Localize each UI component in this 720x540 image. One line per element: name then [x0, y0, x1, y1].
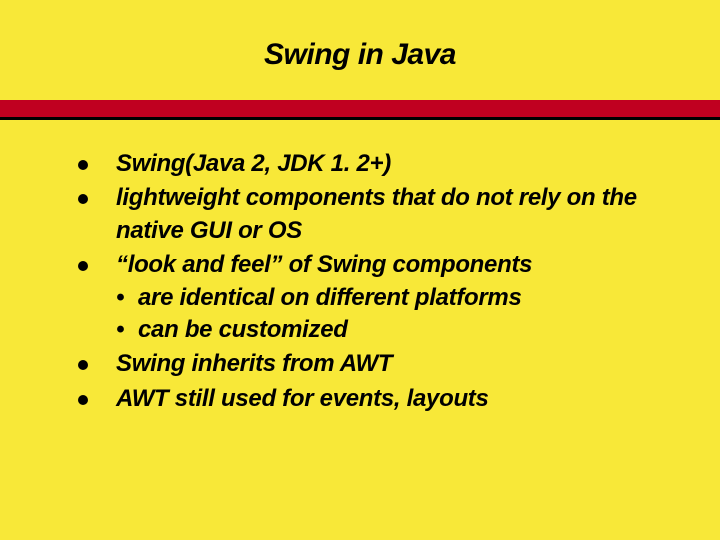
- divider-bar: [0, 100, 720, 120]
- bullet-text: Swing(Java 2, JDK 1. 2+): [116, 150, 391, 177]
- slide-content: Swing(Java 2, JDK 1. 2+) lightweight com…: [0, 120, 720, 415]
- sub-bullet-text: are identical on different platforms: [138, 284, 522, 311]
- bullet-text: AWT still used for events, layouts: [116, 385, 489, 412]
- bullet-text: lightweight components that do not rely …: [116, 184, 637, 243]
- bullet-item: AWT still used for events, layouts: [78, 383, 660, 415]
- bullet-text: “look and feel” of Swing components: [116, 251, 532, 278]
- sub-bullet-list: are identical on different platforms can…: [116, 282, 660, 347]
- slide: Swing in Java Swing(Java 2, JDK 1. 2+) l…: [0, 0, 720, 540]
- sub-bullet-text: can be customized: [138, 316, 348, 343]
- sub-bullet-item: can be customized: [116, 314, 660, 346]
- bullet-item: lightweight components that do not rely …: [78, 182, 660, 247]
- bullet-item: “look and feel” of Swing components are …: [78, 249, 660, 346]
- bullet-text: Swing inherits from AWT: [116, 350, 392, 377]
- sub-bullet-item: are identical on different platforms: [116, 282, 660, 314]
- bullet-list: Swing(Java 2, JDK 1. 2+) lightweight com…: [78, 148, 660, 415]
- bullet-item: Swing inherits from AWT: [78, 348, 660, 380]
- slide-title: Swing in Java: [0, 0, 720, 100]
- bullet-item: Swing(Java 2, JDK 1. 2+): [78, 148, 660, 180]
